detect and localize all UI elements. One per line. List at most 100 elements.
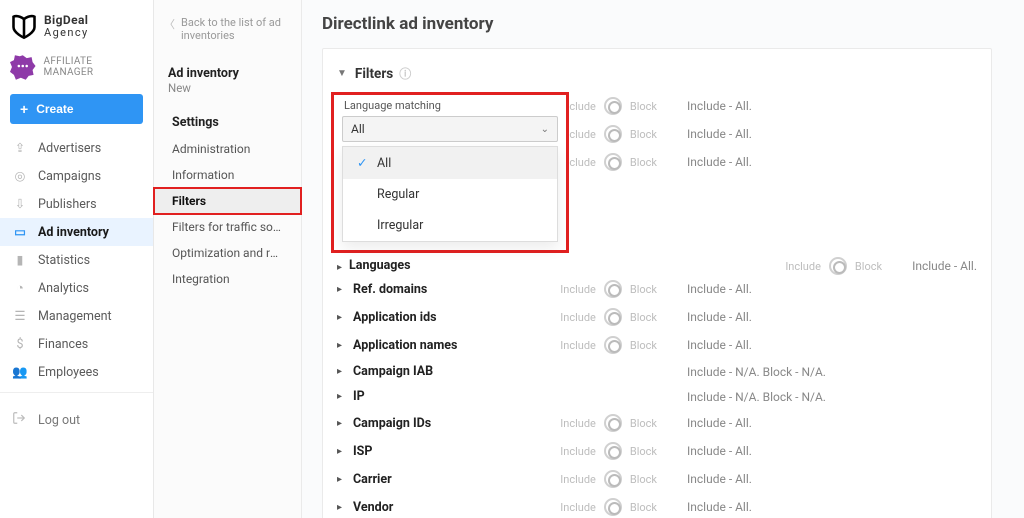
- brand-logo-icon: [10, 12, 38, 40]
- filter-status: Include - All.: [687, 282, 752, 296]
- sidebar-item-management[interactable]: ☰Management: [0, 302, 153, 330]
- caret-right-icon[interactable]: ▸: [337, 391, 345, 402]
- language-matching-dropdown: ✓AllRegularIrregular: [342, 146, 558, 242]
- filter-label: Campaign IDs: [353, 416, 431, 431]
- create-label: Create: [36, 102, 73, 116]
- filter-status: Include - All.: [687, 310, 752, 324]
- filter-status: Include - All.: [687, 127, 752, 141]
- chevron-down-icon: ⌄: [541, 124, 549, 135]
- filter-label: Campaign IAB: [353, 364, 433, 379]
- plus-icon: +: [20, 101, 28, 117]
- sidebar-item-analytics[interactable]: ◔Analytics: [0, 274, 153, 302]
- settings-item-optimization[interactable]: Optimization and rules: [154, 240, 301, 266]
- toggle-icon[interactable]: [604, 97, 622, 115]
- toggle-icon[interactable]: [604, 280, 622, 298]
- filter-row: ▸Application idsIncludeBlockInclude - Al…: [337, 303, 977, 331]
- sidebar-item-ad-inventory[interactable]: ▭Ad inventory: [0, 218, 153, 246]
- nav-icon: ◔: [12, 280, 28, 296]
- back-link[interactable]: 〈 Back to the list of ad inventories: [154, 10, 301, 52]
- nav-icon: $: [12, 336, 28, 352]
- caret-right-icon[interactable]: ▸: [337, 284, 345, 295]
- toggle-icon[interactable]: [829, 257, 847, 275]
- caret-right-icon[interactable]: ▸: [337, 502, 345, 513]
- filter-status: Include - All.: [687, 416, 752, 430]
- brand-name: BigDeal: [44, 14, 89, 27]
- chevron-left-icon: 〈: [164, 16, 175, 32]
- filter-status: Include - All.: [687, 338, 752, 352]
- caret-right-icon[interactable]: ▸: [337, 418, 345, 429]
- caret-right-icon[interactable]: ▸: [337, 312, 345, 323]
- mid-section-sub: New: [154, 81, 301, 103]
- filter-row: ▸ISPIncludeBlockInclude - All.: [337, 437, 977, 465]
- filter-row: ▸ IP Include - N/A. Block - N/A.: [337, 384, 977, 409]
- dropdown-option-irregular[interactable]: Irregular: [343, 210, 557, 241]
- sidebar-item-statistics[interactable]: ▮Statistics: [0, 246, 153, 274]
- filter-status: Include - N/A. Block - N/A.: [687, 390, 826, 404]
- filter-status: Include - All.: [687, 444, 752, 458]
- toggle-icon[interactable]: [604, 414, 622, 432]
- filters-panel: ▼ Filters ⓘ IncludeBlockInclude - All.In…: [322, 48, 992, 518]
- caret-right-icon[interactable]: ▸: [337, 474, 345, 485]
- toggle-icon[interactable]: [604, 442, 622, 460]
- filter-label: Carrier: [353, 472, 392, 487]
- settings-item-integration[interactable]: Integration: [154, 266, 301, 292]
- avatar-icon: [10, 54, 36, 80]
- brand-sub: Agency: [44, 27, 89, 39]
- filter-row-languages-label: Languages: [349, 258, 411, 273]
- user-block: AFFILIATE MANAGER: [0, 48, 153, 90]
- logout-link[interactable]: Log out: [0, 399, 153, 441]
- nav-icon: ▭: [12, 224, 28, 240]
- dropdown-option-regular[interactable]: Regular: [343, 179, 557, 210]
- nav-icon: ◎: [12, 168, 28, 184]
- create-button[interactable]: + Create: [10, 94, 143, 124]
- settings-item-filters[interactable]: Filters for traffic sour...: [154, 214, 301, 240]
- filters-heading[interactable]: ▼ Filters ⓘ: [337, 59, 977, 92]
- toggle-icon[interactable]: [604, 498, 622, 516]
- nav-icon: ▮: [12, 252, 28, 268]
- sidebar-left: BigDeal Agency AFFILIATE MANAGER + Creat…: [0, 0, 154, 518]
- filter-status: Include - All.: [687, 472, 752, 486]
- nav-icon: ⇩: [12, 196, 28, 212]
- settings-item-filters[interactable]: Filters: [154, 188, 301, 214]
- nav-icon: ☰: [12, 308, 28, 324]
- nav-icon: ⇪: [12, 140, 28, 156]
- filter-label: IP: [353, 389, 365, 404]
- filter-label: Ref. domains: [353, 282, 427, 297]
- sidebar-item-finances[interactable]: $Finances: [0, 330, 153, 358]
- caret-right-icon[interactable]: ▸: [337, 340, 345, 351]
- filter-label: Application ids: [353, 310, 437, 325]
- filter-status: Include - All.: [687, 500, 752, 514]
- settings-item-information[interactable]: Information: [154, 162, 301, 188]
- language-matching-highlight: Language matching All ⌄ ✓AllRegularIrreg…: [331, 92, 569, 253]
- language-matching-label: Language matching: [342, 97, 558, 116]
- filter-row: ▸Ref. domainsIncludeBlockInclude - All.: [337, 275, 977, 303]
- dropdown-option-all[interactable]: ✓All: [343, 147, 557, 179]
- sidebar-item-campaigns[interactable]: ◎Campaigns: [0, 162, 153, 190]
- user-role: AFFILIATE MANAGER: [44, 56, 143, 78]
- toggle-icon[interactable]: [604, 153, 622, 171]
- sidebar-mid: 〈 Back to the list of ad inventories Ad …: [154, 0, 302, 518]
- caret-right-icon[interactable]: ▸: [337, 366, 345, 377]
- toggle-icon[interactable]: [604, 336, 622, 354]
- settings-nav: AdministrationInformationFiltersFilters …: [154, 136, 301, 292]
- filter-label: Application names: [353, 338, 457, 353]
- page-title: Directlink ad inventory: [322, 14, 1004, 34]
- toggle-icon[interactable]: [604, 308, 622, 326]
- mid-section-title: Ad inventory: [154, 52, 301, 81]
- caret-right-icon[interactable]: ▸: [337, 446, 345, 457]
- sidebar-item-publishers[interactable]: ⇩Publishers: [0, 190, 153, 218]
- filter-row: ▸Campaign IDsIncludeBlockInclude - All.: [337, 409, 977, 437]
- filter-status: Include - All.: [687, 155, 752, 169]
- sidebar-item-employees[interactable]: 👥Employees: [0, 358, 153, 386]
- filter-status: Include - All.: [687, 99, 752, 113]
- info-icon: ⓘ: [399, 65, 411, 82]
- sidebar-item-advertisers[interactable]: ⇪Advertisers: [0, 134, 153, 162]
- check-icon: ✓: [357, 155, 369, 171]
- settings-item-administration[interactable]: Administration: [154, 136, 301, 162]
- filter-row: ▸ Campaign IAB Include - N/A. Block - N/A.: [337, 359, 977, 384]
- toggle-icon[interactable]: [604, 125, 622, 143]
- filter-status: Include - N/A. Block - N/A.: [687, 365, 826, 379]
- toggle-icon[interactable]: [604, 470, 622, 488]
- language-matching-select[interactable]: All ⌄: [342, 116, 558, 142]
- filter-label: ISP: [353, 444, 372, 459]
